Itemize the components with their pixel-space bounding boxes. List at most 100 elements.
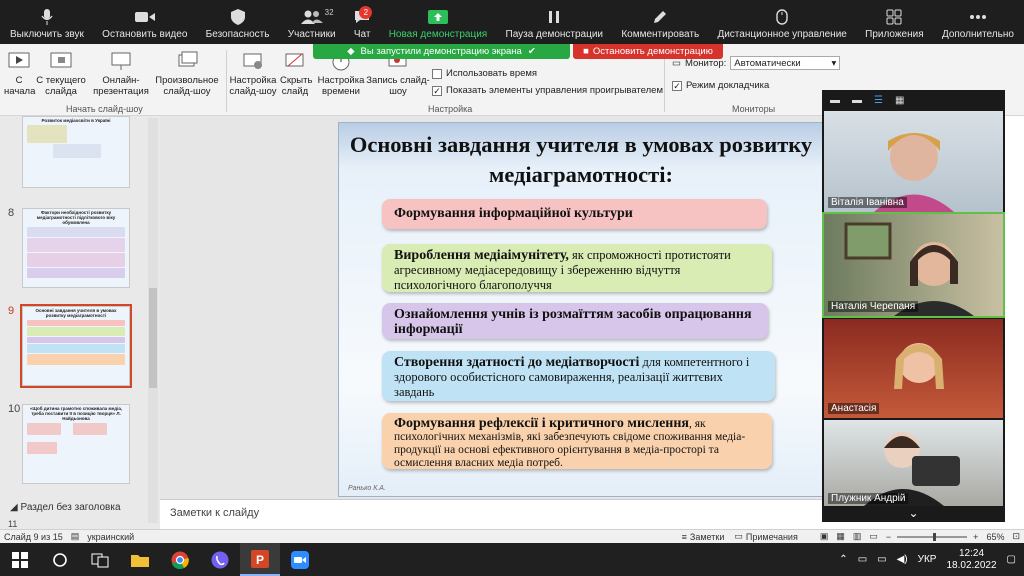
thumb-shape: [73, 423, 108, 435]
slide-number: 9: [8, 305, 15, 317]
comments-icon: ▭: [734, 531, 743, 541]
search-icon[interactable]: [40, 543, 80, 576]
notifications-icon[interactable]: ▢: [1007, 554, 1016, 565]
comments-toggle[interactable]: Примечания: [746, 532, 798, 542]
monitor-select[interactable]: Автоматически ▾: [730, 56, 841, 70]
custom-slides-icon: [175, 50, 199, 72]
slide-thumbnail-10[interactable]: «Щоб дитина грамотно споживала медіа, тр…: [22, 404, 130, 484]
stop-share-button[interactable]: ■ Остановить демонстрацию: [573, 44, 723, 59]
annotate-button[interactable]: Комментировать: [617, 8, 703, 40]
zoom-out-icon[interactable]: −: [886, 532, 891, 542]
zoom-slider-thumb[interactable]: [933, 532, 937, 541]
new-share-button[interactable]: Новая демонстрация: [385, 8, 492, 40]
checkbox-checked: ✓: [672, 80, 682, 91]
show-controls-checkbox[interactable]: ✓ Показать элементы управления проигрыва…: [432, 85, 663, 96]
battery-icon[interactable]: ▭: [877, 554, 886, 565]
separator: [664, 50, 665, 112]
thumb-shape: [27, 320, 125, 326]
fit-slide-icon[interactable]: ⊡: [1012, 531, 1020, 542]
minimize-icon[interactable]: ▬: [830, 95, 840, 106]
chevron-up-icon[interactable]: ⌃: [839, 554, 847, 565]
system-tray: ⌃ ▭ ▭ ◀) УКР 12:24 18.02.2022 ▢: [839, 543, 1024, 576]
slide-thumbnail-7[interactable]: Розвиток медіаосвіти в Україні: [22, 116, 130, 188]
slide-footer: Ранько К.А.: [348, 485, 386, 492]
language-indicator[interactable]: украинский: [87, 532, 134, 542]
microphone-icon: [41, 8, 53, 26]
volume-icon[interactable]: ◀): [897, 554, 908, 565]
notes-pane[interactable]: Заметки к слайду: [160, 499, 824, 529]
slide-thumbnail-8[interactable]: Фактори необхідності розвитку медіаграмо…: [22, 208, 130, 288]
zoom-slider[interactable]: [897, 532, 968, 541]
thumb-shape: [27, 125, 67, 143]
zoom-app-icon[interactable]: [280, 543, 320, 576]
mute-button[interactable]: Выключить звук: [6, 8, 88, 40]
grid-view-icon[interactable]: ▦: [895, 95, 904, 106]
thumb-shape: [27, 253, 125, 267]
slide-item-4: Створення здатності до медіатворчості дл…: [382, 351, 775, 401]
from-current-button[interactable]: С текущего слайда: [34, 50, 88, 97]
reading-view-icon[interactable]: ▥: [853, 531, 862, 542]
pencil-icon: [653, 8, 667, 26]
pause-share-button[interactable]: Пауза демонстрации: [502, 8, 608, 40]
thumb-shape: [27, 337, 125, 343]
slide-thumbnail-9[interactable]: Основні завдання учителя в умовах розвит…: [20, 304, 132, 388]
video-tile[interactable]: Плужник Андрій: [824, 420, 1003, 506]
thumbnail-scrollbar[interactable]: [148, 118, 158, 523]
slide-number: 8: [8, 207, 15, 219]
setup-show-button[interactable]: Настройка слайд-шоу: [226, 50, 280, 97]
chrome-icon[interactable]: [160, 543, 200, 576]
windows-taskbar: P ⌃ ▭ ▭ ◀) УКР 12:24 18.02.2022 ▢: [0, 543, 1024, 576]
video-tile-active-speaker[interactable]: Наталія Черепаня: [822, 212, 1005, 318]
zoom-level[interactable]: 65%: [986, 532, 1004, 542]
thumb-shape: [27, 238, 125, 252]
from-start-button[interactable]: С начала: [4, 50, 35, 97]
chat-button[interactable]: 2 Чат: [350, 6, 375, 40]
task-view-icon[interactable]: [80, 543, 120, 576]
presenter-view-checkbox[interactable]: ✓ Режим докладчика: [672, 80, 769, 91]
explorer-folder-icon[interactable]: [120, 543, 160, 576]
stop-video-button[interactable]: Остановить видео: [98, 8, 191, 40]
stop-square-icon: ■: [583, 46, 589, 57]
single-view-icon[interactable]: ▬: [852, 95, 862, 106]
sorter-view-icon[interactable]: ▦: [836, 531, 845, 542]
viber-icon[interactable]: [200, 543, 240, 576]
hide-slide-icon: [283, 50, 307, 72]
custom-show-button[interactable]: Произвольное слайд-шоу: [150, 50, 224, 97]
video-tile[interactable]: Анастасія: [824, 319, 1003, 418]
windows-start-icon[interactable]: [0, 543, 40, 576]
powerpoint-icon[interactable]: P: [240, 543, 280, 576]
status-bar: Слайд 9 из 15 ▤ украинский ≡ Заметки ▭ П…: [0, 529, 1024, 543]
people-icon: [300, 8, 323, 26]
slide-item-1: Формування інформаційної культури: [382, 199, 767, 229]
participants-button[interactable]: 32 Участники: [284, 8, 340, 40]
participants-count: 32: [324, 8, 334, 17]
slide-number: 11: [8, 519, 18, 529]
remote-control-button[interactable]: Дистанционное управление: [713, 8, 850, 40]
notes-toggle[interactable]: Заметки: [690, 532, 724, 542]
slide-item-5: Формування рефлексії і критичного мислен…: [382, 413, 772, 469]
network-icon[interactable]: ▭: [858, 554, 867, 565]
keyboard-language[interactable]: УКР: [918, 554, 937, 565]
video-tile[interactable]: Віталія Іванівна: [824, 111, 1003, 212]
shield-icon: ◆: [347, 46, 355, 57]
apps-icon: [886, 8, 902, 26]
online-presentation-button[interactable]: Онлайн-презентация: [88, 50, 154, 97]
broadcast-icon: [109, 50, 133, 72]
apps-button[interactable]: Приложения: [861, 8, 928, 40]
more-button[interactable]: Дополнительно: [938, 8, 1018, 40]
security-button[interactable]: Безопасность: [202, 8, 274, 40]
clock[interactable]: 12:24 18.02.2022: [946, 548, 996, 572]
scrollbar-thumb[interactable]: [149, 288, 157, 388]
normal-view-icon[interactable]: ▣: [820, 531, 829, 542]
strip-view-icon[interactable]: ☰: [874, 95, 883, 106]
use-timings-checkbox[interactable]: Использовать время: [432, 68, 537, 79]
hide-slide-button[interactable]: Скрыть слайд: [280, 50, 312, 97]
slideshow-view-icon[interactable]: ▭: [869, 531, 878, 542]
chat-badge: 2: [359, 6, 373, 19]
thumb-shape: [27, 354, 125, 365]
zoom-in-icon[interactable]: +: [973, 532, 978, 542]
monitor-icon: ▭: [672, 57, 681, 69]
section-header[interactable]: ◢ Раздел без заголовка: [10, 502, 121, 513]
chevron-down-icon[interactable]: ⌄: [822, 504, 1005, 522]
more-dots-icon: [969, 8, 987, 26]
